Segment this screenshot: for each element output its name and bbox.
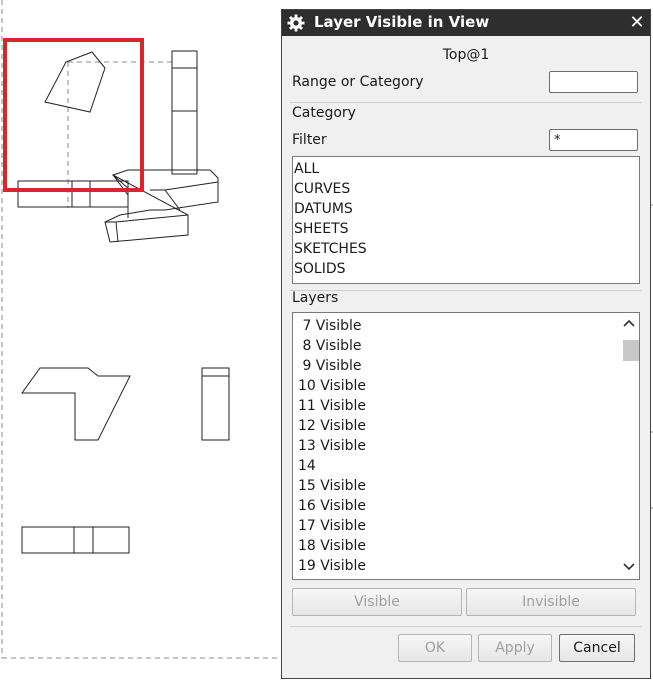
separator [290,626,642,627]
scroll-thumb[interactable] [623,340,639,361]
layer-item[interactable]: 18 Visible [298,536,639,556]
scroll-up-icon[interactable] [619,315,639,333]
top-view-shape[interactable] [44,51,106,113]
scroll-down-icon[interactable] [619,559,639,577]
close-icon[interactable]: ✕ [626,12,648,34]
layer-item[interactable]: 9 Visible [298,356,639,376]
layer-visible-dialog: Layer Visible in View ✕ Top@1 Range or C… [281,9,651,679]
apply-button[interactable]: Apply [478,634,552,662]
layer-item[interactable]: 7 Visible [298,316,639,336]
separator [290,290,642,291]
ok-button[interactable]: OK [398,634,472,662]
gear-icon[interactable] [286,13,306,33]
cancel-button[interactable]: Cancel [559,634,635,662]
layer-item[interactable]: 12 Visible [298,416,639,436]
lower-l-shape[interactable] [21,367,131,441]
dialog-titlebar[interactable]: Layer Visible in View ✕ [282,10,650,36]
category-item-sketches[interactable]: SKETCHES [293,239,639,259]
layer-item[interactable]: 13 Visible [298,436,639,456]
category-heading: Category [292,105,356,121]
layers-list[interactable]: 7 Visible 8 Visible 9 Visible 10 Visible… [292,312,640,580]
category-item-sheets[interactable]: SHEETS [293,219,639,239]
layer-item[interactable]: 11 Visible [298,396,639,416]
layer-item[interactable]: 17 Visible [298,516,639,536]
layers-scrollbar[interactable] [619,313,639,579]
layer-item[interactable]: 16 Visible [298,496,639,516]
separator [290,102,642,103]
layer-item[interactable]: 19 Visible [298,556,639,576]
lower-front-bar[interactable] [21,526,130,554]
category-item-all[interactable]: ALL [293,159,639,179]
dialog-title: Layer Visible in View [314,13,490,31]
visible-button[interactable]: Visible [292,588,462,616]
layer-item[interactable]: 15 Visible [298,476,639,496]
filter-label: Filter [292,132,327,148]
layers-heading: Layers [292,290,339,306]
selection-highlight-box [3,38,144,192]
category-item-curves[interactable]: CURVES [293,179,639,199]
lower-side-bar[interactable] [201,367,230,441]
layer-item[interactable]: 14 [298,456,639,476]
invisible-button[interactable]: Invisible [466,588,636,616]
category-item-datums[interactable]: DATUMS [293,199,639,219]
category-list[interactable]: ALL CURVES DATUMS SHEETS SKETCHES SOLIDS [292,156,640,284]
category-item-solids[interactable]: SOLIDS [293,259,639,279]
side-view-bar[interactable] [171,50,198,175]
range-input[interactable] [549,71,638,93]
filter-input[interactable] [549,129,638,151]
front-view-bar[interactable] [17,180,129,208]
view-name: Top@1 [442,47,490,63]
layer-item[interactable]: 10 Visible [298,376,639,396]
layer-item[interactable]: 8 Visible [298,336,639,356]
range-label: Range or Category [292,74,424,90]
